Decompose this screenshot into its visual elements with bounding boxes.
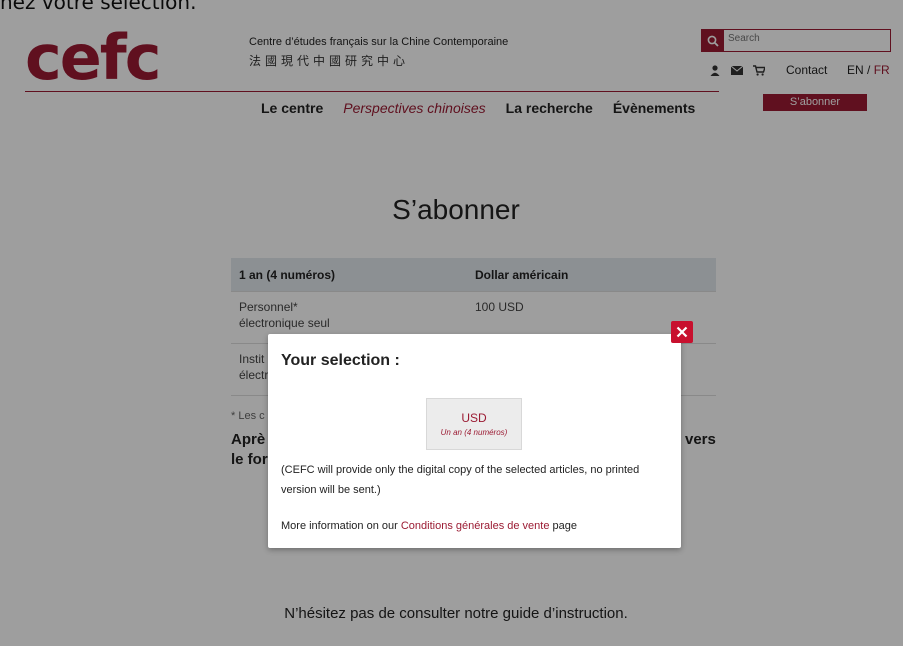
option-period: Un an (4 numéros): [440, 428, 508, 437]
more-info-prefix: More information on our: [281, 520, 401, 532]
modal-title: Your selection :: [281, 352, 400, 369]
more-info-suffix: page: [549, 520, 577, 532]
conditions-link[interactable]: Conditions générales de vente: [401, 520, 550, 532]
option-currency: USD: [461, 411, 487, 425]
modal-note: (CEFC will provide only the digital copy…: [281, 464, 640, 496]
selection-modal: Your selection : USD Un an (4 numéros) (…: [268, 334, 681, 548]
modal-more-info: More information on our Conditions génér…: [281, 520, 577, 532]
currency-option-card[interactable]: USD Un an (4 numéros): [426, 398, 522, 450]
close-icon[interactable]: [671, 321, 693, 343]
modal-overlay[interactable]: [0, 0, 903, 646]
